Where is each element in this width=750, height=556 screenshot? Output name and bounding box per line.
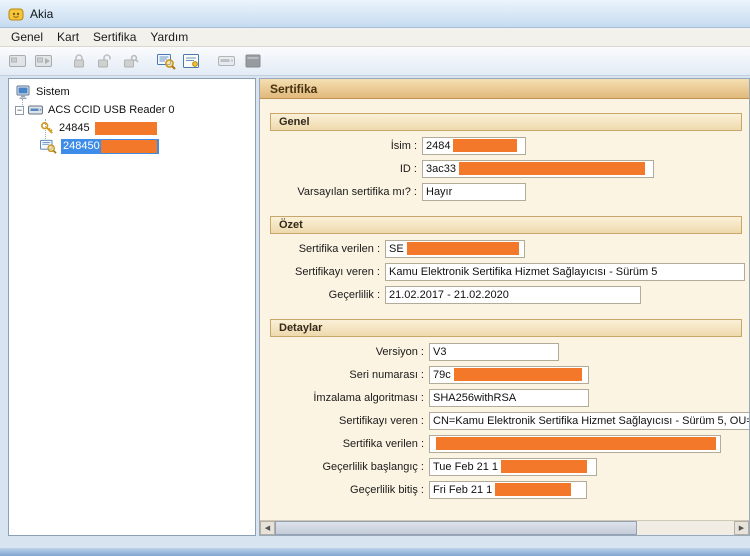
app-icon[interactable] — [8, 6, 24, 22]
redaction-overlay — [101, 140, 157, 153]
scroll-left-button[interactable]: ◀ — [260, 521, 275, 535]
window-bottom-frame — [0, 548, 750, 556]
redaction-overlay — [495, 483, 571, 496]
id-field[interactable]: 3ac33 — [422, 160, 654, 178]
key-lock-icon[interactable] — [118, 49, 144, 74]
redaction-overlay — [501, 460, 587, 473]
field-row: Sertifikayı veren : Kamu Elektronik Sert… — [270, 262, 749, 281]
tree-label: Sistem — [36, 86, 70, 98]
card-reader-icon[interactable] — [214, 49, 240, 74]
redaction-overlay — [407, 242, 519, 255]
app-window: Akia Genel Kart Sertifika Yardım — [0, 0, 750, 556]
field-row: İsim : 2484 — [270, 136, 749, 155]
tree-label: 24845 — [59, 122, 90, 134]
varsayilan-label: Varsayılan sertifika mı? : — [270, 186, 417, 198]
versiyon-label: Versiyon : — [270, 346, 424, 358]
toolbar — [0, 47, 750, 76]
redaction-overlay — [454, 368, 582, 381]
lock-open-icon[interactable] — [92, 49, 118, 74]
sertifikayi-veren-field[interactable]: Kamu Elektronik Sertifika Hizmet Sağlayı… — [385, 263, 745, 281]
versiyon-field[interactable]: V3 — [429, 343, 559, 361]
field-row: Versiyon : V3 — [270, 342, 749, 361]
isim-field[interactable]: 2484 — [422, 137, 526, 155]
certificate-search-icon — [40, 139, 57, 154]
field-row: Seri numarası : 79c — [270, 365, 749, 384]
certificate-details-icon[interactable] — [179, 49, 205, 74]
dark-window-icon[interactable] — [240, 49, 266, 74]
field-row: Sertifika verilen : SE — [270, 239, 749, 258]
varsayilan-sertifika-field[interactable]: Hayır — [422, 183, 526, 201]
field-row: Geçerlilik : 21.02.2017 - 21.02.2020 — [270, 285, 749, 304]
certificate-panel: Sertifika Genel İsim : 2484 ID : 3ac33 — [259, 78, 750, 536]
field-row: Varsayılan sertifika mı? : Hayır — [270, 182, 749, 201]
redaction-overlay — [95, 122, 157, 135]
field-row: Geçerlilik bitiş : Fri Feb 21 1 — [270, 480, 749, 499]
menu-yardim[interactable]: Yardım — [143, 29, 195, 45]
sertifika-verilen-field[interactable]: SE — [385, 240, 525, 258]
section-detaylar: Detaylar Versiyon : V3 Seri numarası : 7… — [270, 319, 749, 499]
field-row: Sertifikayı veren : CN=Kamu Elektronik S… — [270, 411, 749, 430]
smartcard-import-icon[interactable] — [31, 49, 57, 74]
isim-label: İsim : — [270, 140, 417, 152]
redaction-overlay — [459, 162, 645, 175]
card-reader-icon — [28, 104, 44, 116]
field-row: İmzalama algoritması : SHA256withRSA — [270, 388, 749, 407]
lock-icon[interactable] — [66, 49, 92, 74]
sertifika-verilen-detay-field[interactable] — [429, 435, 721, 453]
sertifikayi-veren-label: Sertifikayı veren : — [270, 266, 380, 278]
field-row: ID : 3ac33 — [270, 159, 749, 178]
panel-title: Sertifika — [260, 79, 749, 99]
redaction-overlay — [453, 139, 517, 152]
imzalama-algoritmasi-field[interactable]: SHA256withRSA — [429, 389, 589, 407]
tree-panel: Sistem − ACS CCID USB Reader 0 24845 248… — [8, 78, 256, 536]
tree-label: ACS CCID USB Reader 0 — [48, 104, 175, 116]
scrollbar-track[interactable] — [275, 521, 734, 535]
tree-item-sistem[interactable]: Sistem — [9, 83, 255, 101]
gecerlilik-baslangic-label: Geçerlilik başlangıç : — [270, 461, 424, 473]
gecerlilik-bitis-field[interactable]: Fri Feb 21 1 — [429, 481, 587, 499]
imzalama-algoritmasi-label: İmzalama algoritması : — [270, 392, 424, 404]
section-detaylar-header: Detaylar — [270, 319, 742, 337]
field-row: Geçerlilik başlangıç : Tue Feb 21 1 — [270, 457, 749, 476]
certificate-form: Genel İsim : 2484 ID : 3ac33 Va — [260, 99, 749, 520]
certificate-search-icon[interactable] — [153, 49, 179, 74]
sertifikayi-veren-detay-field[interactable]: CN=Kamu Elektronik Sertifika Hizmet Sağl… — [429, 412, 749, 430]
menu-kart[interactable]: Kart — [50, 29, 86, 45]
key-icon — [40, 121, 55, 136]
section-genel: Genel İsim : 2484 ID : 3ac33 Va — [270, 113, 749, 201]
sertifikayi-veren-detay-label: Sertifikayı veren : — [270, 415, 424, 427]
section-genel-header: Genel — [270, 113, 742, 131]
scroll-right-button[interactable]: ▶ — [734, 521, 749, 535]
id-label: ID : — [270, 163, 417, 175]
selected-tree-label: 248450 — [61, 139, 159, 154]
gecerlilik-bitis-label: Geçerlilik bitiş : — [270, 484, 424, 496]
tree-item-certificate[interactable]: 248450 — [9, 137, 255, 155]
tree-item-reader[interactable]: − ACS CCID USB Reader 0 — [9, 101, 255, 119]
sertifika-verilen-detay-label: Sertifika verilen : — [270, 438, 424, 450]
section-ozet-header: Özet — [270, 216, 742, 234]
seri-numarasi-field[interactable]: 79c — [429, 366, 589, 384]
gecerlilik-label: Geçerlilik : — [270, 289, 380, 301]
seri-numarasi-label: Seri numarası : — [270, 369, 424, 381]
redaction-overlay — [436, 437, 716, 450]
scrollbar-thumb[interactable] — [275, 521, 637, 535]
gecerlilik-baslangic-field[interactable]: Tue Feb 21 1 — [429, 458, 597, 476]
computer-icon — [16, 85, 32, 100]
menu-sertifika[interactable]: Sertifika — [86, 29, 143, 45]
collapse-toggle-icon[interactable]: − — [15, 106, 24, 115]
field-row: Sertifika verilen : — [270, 434, 749, 453]
section-ozet: Özet Sertifika verilen : SE Sertifikayı … — [270, 216, 749, 304]
titlebar[interactable]: Akia — [0, 0, 750, 28]
gecerlilik-field[interactable]: 21.02.2017 - 21.02.2020 — [385, 286, 641, 304]
tree-item-key[interactable]: 24845 — [9, 119, 255, 137]
smartcard-icon[interactable] — [5, 49, 31, 74]
sertifika-verilen-label: Sertifika verilen : — [270, 243, 380, 255]
menubar: Genel Kart Sertifika Yardım — [0, 28, 750, 47]
window-title: Akia — [30, 7, 53, 21]
horizontal-scrollbar[interactable]: ◀ ▶ — [260, 520, 749, 535]
menu-genel[interactable]: Genel — [4, 29, 50, 45]
